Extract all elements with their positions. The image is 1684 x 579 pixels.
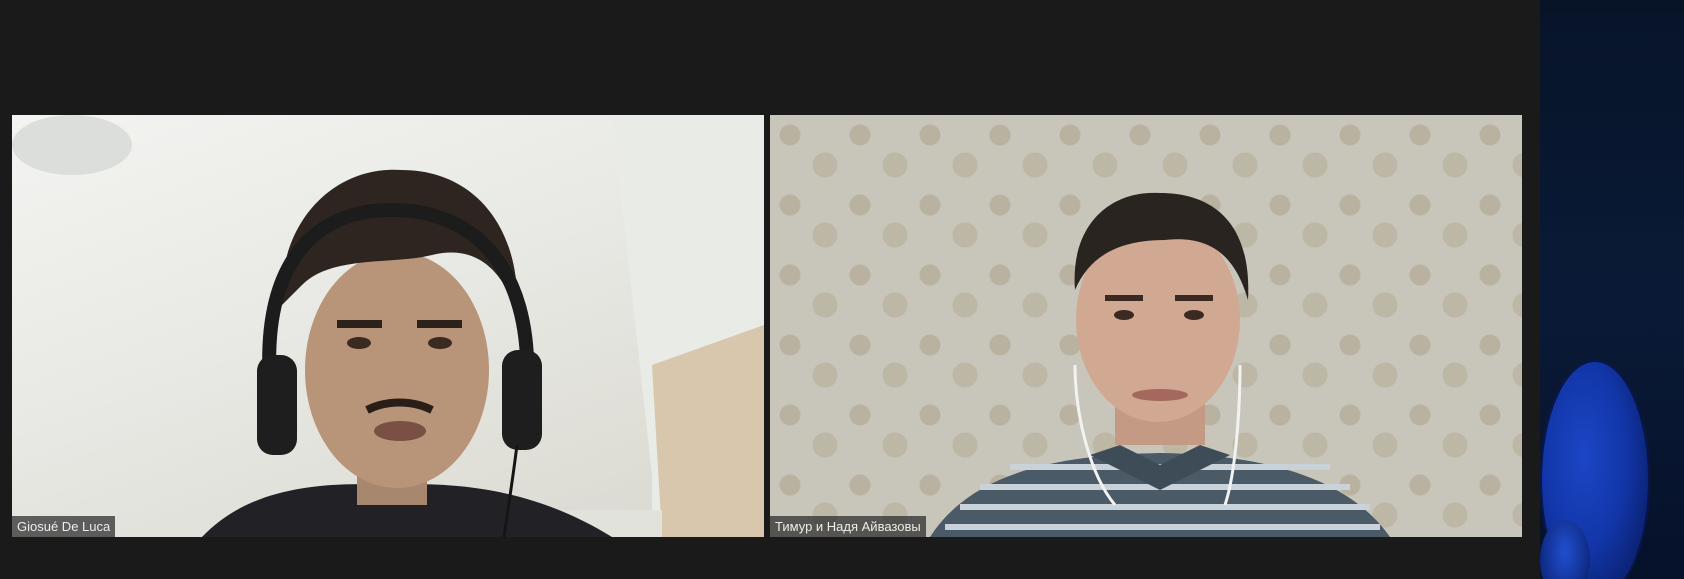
participant-name-label: Giosué De Luca [12,516,116,537]
participant-video-tile[interactable]: Giosué De Luca [12,115,764,537]
participant-video-image [930,192,1390,537]
participant-video-tile[interactable]: Тимур и Надя Айвазовы [770,115,1522,537]
side-panel-background [1540,0,1684,579]
participant-name-label: Тимур и Надя Айвазовы [770,516,926,537]
meeting-gallery-view: Giosué De Luca Тимур и Надя Айвазовы [0,0,1540,579]
participant-video-image [12,115,764,537]
